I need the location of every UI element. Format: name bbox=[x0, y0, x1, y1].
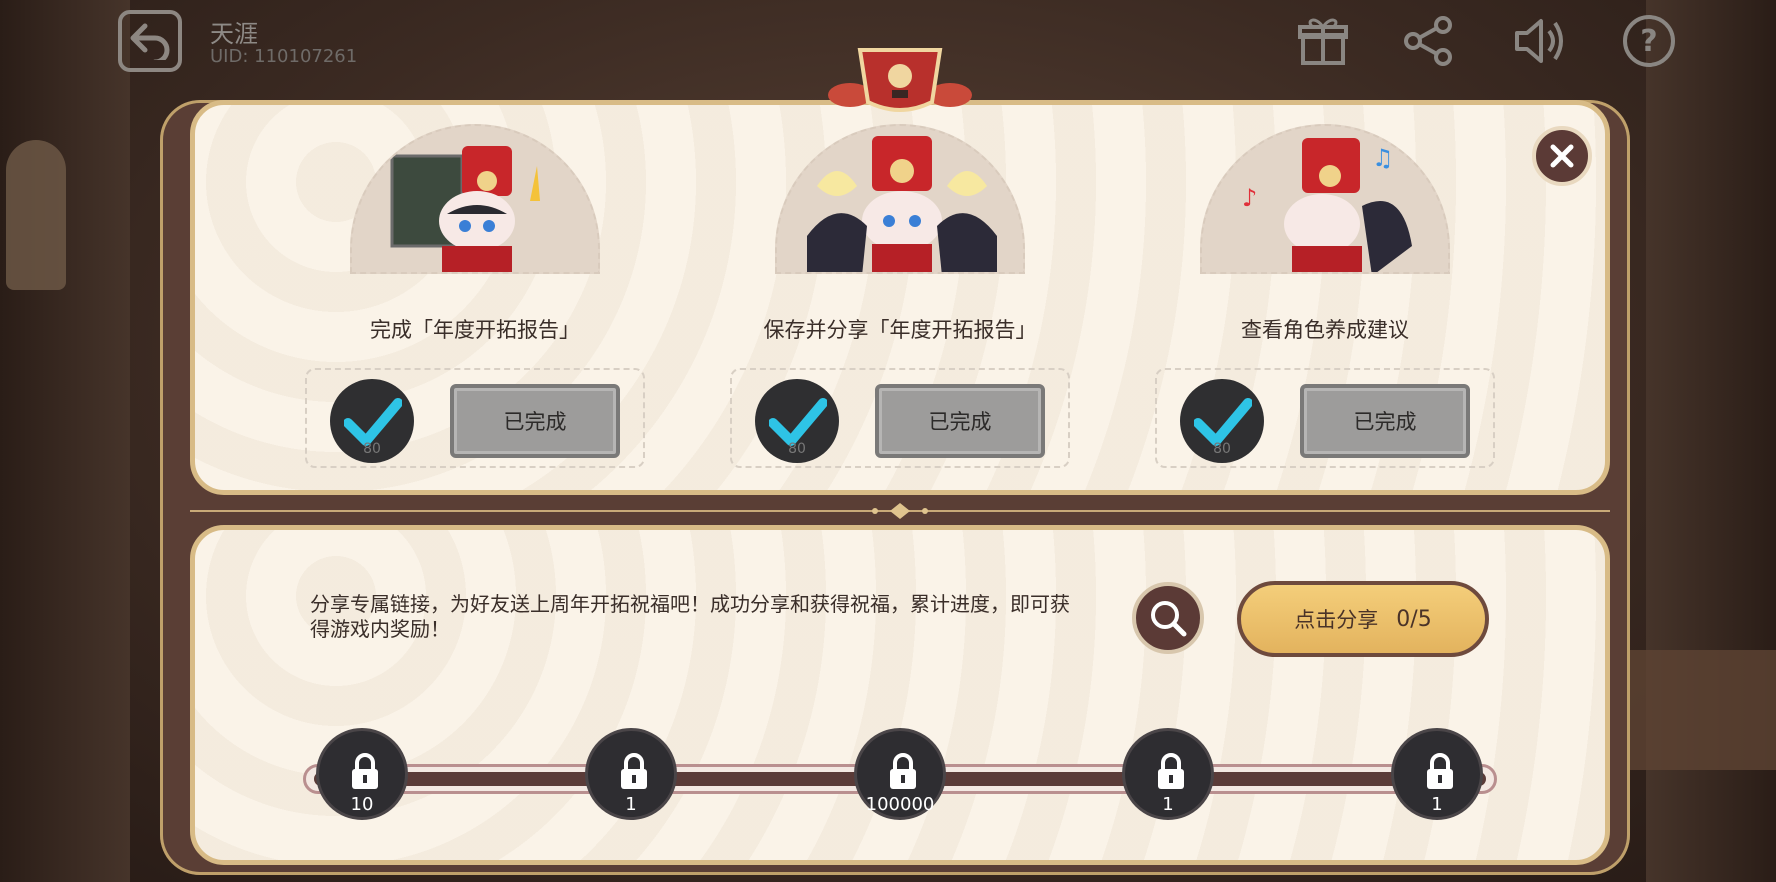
help-icon: ? bbox=[1623, 15, 1675, 67]
task-title: 保存并分享「年度开拓报告」 bbox=[763, 318, 1037, 342]
reward-badge: 80 bbox=[330, 379, 414, 463]
milestone-reward-4[interactable]: 1 bbox=[1122, 728, 1214, 820]
completed-button[interactable]: 已完成 bbox=[450, 384, 620, 458]
section-divider bbox=[190, 503, 1610, 519]
close-icon bbox=[1550, 144, 1574, 168]
milestone-value: 1 bbox=[625, 794, 637, 815]
lock-icon bbox=[1427, 753, 1453, 789]
milestone-value: 10 bbox=[350, 794, 374, 815]
lock-icon bbox=[890, 753, 916, 789]
sound-button[interactable] bbox=[1508, 10, 1570, 72]
task-reward-box: 80 已完成 bbox=[1155, 368, 1495, 468]
lock-icon bbox=[1158, 753, 1184, 789]
back-button[interactable] bbox=[118, 10, 182, 72]
background-left bbox=[0, 0, 130, 882]
background-lamp bbox=[6, 140, 66, 290]
milestone-reward-2[interactable]: 1 bbox=[585, 728, 677, 820]
reward-quantity: 80 bbox=[363, 441, 381, 457]
gift-icon bbox=[1298, 18, 1348, 65]
task-card-2: 保存并分享「年度开拓报告」 80 已完成 bbox=[730, 120, 1070, 475]
share-button[interactable]: 点击分享 0/5 bbox=[1237, 581, 1489, 657]
character-portrait bbox=[350, 124, 600, 274]
milestone-reward-3[interactable]: 100000 bbox=[854, 728, 946, 820]
share-progress: 0/5 bbox=[1396, 606, 1432, 632]
task-title: 查看角色养成建议 bbox=[1241, 318, 1409, 342]
share-description: 分享专属链接，为好友送上周年开拓祝福吧！成功分享和获得祝福，累计进度，即可获得游… bbox=[310, 592, 1070, 641]
close-button[interactable] bbox=[1532, 126, 1592, 186]
svg-text:♫: ♫ bbox=[1372, 144, 1394, 172]
reward-badge: 80 bbox=[755, 379, 839, 463]
speaker-icon bbox=[1515, 19, 1563, 63]
reward-quantity: 80 bbox=[788, 441, 806, 457]
milestone-value: 1 bbox=[1162, 794, 1174, 815]
share-icon bbox=[1404, 16, 1452, 66]
share-top-button[interactable] bbox=[1398, 10, 1460, 72]
milestone-value: 1 bbox=[1431, 794, 1443, 815]
gift-button[interactable] bbox=[1292, 10, 1354, 72]
share-button-label: 点击分享 bbox=[1294, 608, 1379, 632]
lock-icon bbox=[352, 753, 378, 789]
completed-button[interactable]: 已完成 bbox=[1300, 384, 1470, 458]
reward-badge: 80 bbox=[1180, 379, 1264, 463]
milestone-value: 100000 bbox=[865, 794, 935, 815]
task-card-3: ♪ ♫ 查看角色养成建议 80 已完成 bbox=[1155, 120, 1495, 475]
help-button[interactable]: ? bbox=[1618, 10, 1680, 72]
task-title: 完成「年度开拓报告」 bbox=[370, 318, 580, 342]
milestone-reward-5[interactable]: 1 bbox=[1391, 728, 1483, 820]
svg-text:?: ? bbox=[1640, 24, 1657, 59]
back-arrow-icon bbox=[130, 23, 170, 60]
lock-icon bbox=[621, 753, 647, 789]
character-portrait: ♪ ♫ bbox=[1200, 124, 1450, 274]
user-uid: UID: 110107261 bbox=[210, 46, 358, 67]
character-portrait bbox=[775, 124, 1025, 274]
svg-text:♪: ♪ bbox=[1242, 184, 1257, 212]
crest-emblem bbox=[828, 48, 972, 112]
search-button[interactable] bbox=[1132, 582, 1204, 654]
completed-button[interactable]: 已完成 bbox=[875, 384, 1045, 458]
background-shelf bbox=[1606, 650, 1776, 770]
reward-quantity: 80 bbox=[1213, 441, 1231, 457]
search-icon bbox=[1151, 601, 1187, 637]
task-reward-box: 80 已完成 bbox=[730, 368, 1070, 468]
milestone-reward-1[interactable]: 10 bbox=[316, 728, 408, 820]
user-name: 天涯 bbox=[210, 20, 258, 48]
task-card-1: 完成「年度开拓报告」 80 已完成 bbox=[305, 120, 645, 475]
task-reward-box: 80 已完成 bbox=[305, 368, 645, 468]
